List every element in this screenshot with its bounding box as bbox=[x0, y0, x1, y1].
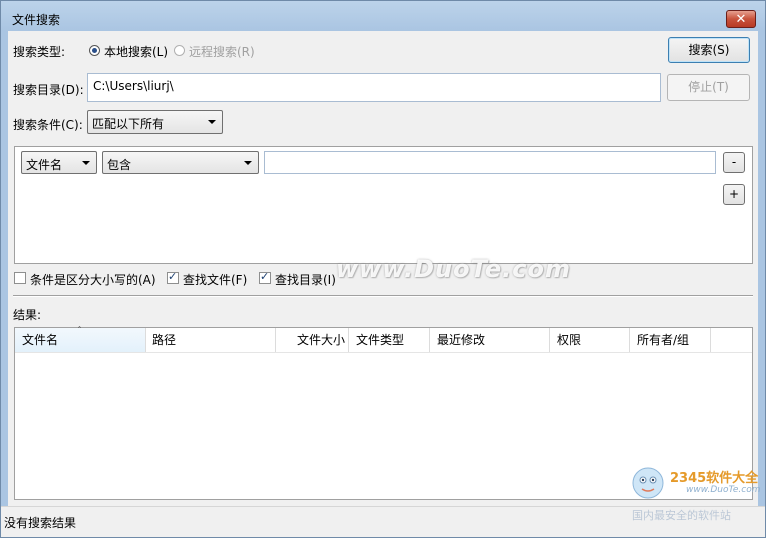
chevron-down-icon bbox=[208, 120, 216, 124]
condition-value: 匹配以下所有 bbox=[92, 117, 165, 131]
search-type-label: 搜索类型: bbox=[13, 45, 66, 59]
directory-label: 搜索目录(D): bbox=[13, 83, 84, 97]
window-title: 文件搜索 bbox=[12, 13, 61, 27]
search-button[interactable]: 搜索(S) bbox=[668, 37, 750, 63]
column-header-owner[interactable]: 所有者/组 bbox=[630, 328, 711, 352]
criteria-field-dropdown[interactable]: 文件名 bbox=[21, 151, 97, 174]
condition-label: 搜索条件(C): bbox=[13, 118, 83, 132]
column-header-size[interactable]: 文件大小 bbox=[276, 328, 349, 352]
case-sensitive-checkbox[interactable] bbox=[14, 272, 26, 284]
results-label: 结果: bbox=[13, 308, 42, 322]
watermark-text: www.DuoTe.com bbox=[336, 255, 571, 283]
column-header-label: 文件名 bbox=[22, 333, 59, 347]
header-divider bbox=[15, 352, 752, 353]
column-header-label: 路径 bbox=[152, 333, 177, 347]
column-header-label: 权限 bbox=[557, 333, 582, 347]
directory-value: C:\Users\liurj\ bbox=[93, 79, 174, 93]
column-header-filler bbox=[711, 328, 752, 352]
directory-input[interactable]: C:\Users\liurj\ bbox=[87, 73, 661, 102]
title-bar: 文件搜索 ✕ bbox=[1, 1, 765, 31]
add-criteria-button[interactable]: + bbox=[723, 184, 745, 205]
column-header-label: 最近修改 bbox=[437, 333, 486, 347]
remote-search-radio bbox=[174, 45, 185, 56]
stop-button-label: 停止(T) bbox=[688, 80, 729, 94]
separator bbox=[13, 295, 753, 297]
find-files-label[interactable]: 查找文件(F) bbox=[183, 271, 247, 288]
remove-criteria-button[interactable]: - bbox=[723, 152, 745, 173]
criteria-panel: 文件名 包含 - + bbox=[14, 146, 753, 264]
plus-icon: + bbox=[728, 187, 740, 201]
chevron-down-icon bbox=[244, 161, 252, 165]
logo-brand: 2345软件大全 bbox=[670, 471, 759, 486]
criteria-field-value: 文件名 bbox=[26, 158, 63, 172]
status-text: 没有搜索结果 bbox=[4, 516, 77, 530]
mascot-icon bbox=[632, 467, 664, 499]
criteria-value-input[interactable] bbox=[264, 151, 716, 174]
column-header-type[interactable]: 文件类型 bbox=[349, 328, 430, 352]
find-dirs-checkbox[interactable] bbox=[259, 270, 271, 284]
chevron-down-icon bbox=[82, 161, 90, 165]
column-header-permissions[interactable]: 权限 bbox=[550, 328, 630, 352]
column-header-modified[interactable]: 最近修改 bbox=[430, 328, 550, 352]
close-icon: ✕ bbox=[735, 12, 747, 27]
file-search-dialog: 文件搜索 ✕ 搜索类型: 本地搜索(L) 远程搜索(R) 搜索(S) 搜索目录(… bbox=[0, 0, 766, 538]
column-header-label: 所有者/组 bbox=[637, 333, 690, 347]
column-header-label: 文件类型 bbox=[356, 333, 405, 347]
column-header-label: 文件大小 bbox=[296, 333, 345, 347]
local-search-label[interactable]: 本地搜索(L) bbox=[104, 43, 168, 60]
remote-search-label: 远程搜索(R) bbox=[189, 45, 255, 59]
stop-button: 停止(T) bbox=[667, 74, 750, 101]
criteria-operator-value: 包含 bbox=[107, 158, 132, 172]
sort-ascending-icon: ˆ bbox=[77, 326, 82, 337]
minus-icon: - bbox=[731, 155, 737, 169]
criteria-operator-dropdown[interactable]: 包含 bbox=[102, 151, 259, 174]
logo-slogan: 国内最安全的软件站 bbox=[632, 509, 731, 522]
find-files-checkbox[interactable] bbox=[167, 270, 179, 284]
search-button-label: 搜索(S) bbox=[688, 43, 730, 57]
column-header-name[interactable]: 文件名 ˆ bbox=[15, 326, 146, 352]
close-button[interactable]: ✕ bbox=[726, 10, 756, 28]
find-dirs-label[interactable]: 查找目录(I) bbox=[275, 271, 336, 288]
local-search-radio[interactable] bbox=[89, 45, 100, 56]
logo-url: www.DuoTe.com bbox=[686, 485, 761, 495]
column-header-path[interactable]: 路径 bbox=[146, 328, 276, 352]
condition-dropdown[interactable]: 匹配以下所有 bbox=[87, 110, 223, 134]
site-logo: 2345软件大全 www.DuoTe.com 国内最安全的软件站 bbox=[628, 461, 765, 522]
case-sensitive-label[interactable]: 条件是区分大小写的(A) bbox=[30, 271, 156, 288]
